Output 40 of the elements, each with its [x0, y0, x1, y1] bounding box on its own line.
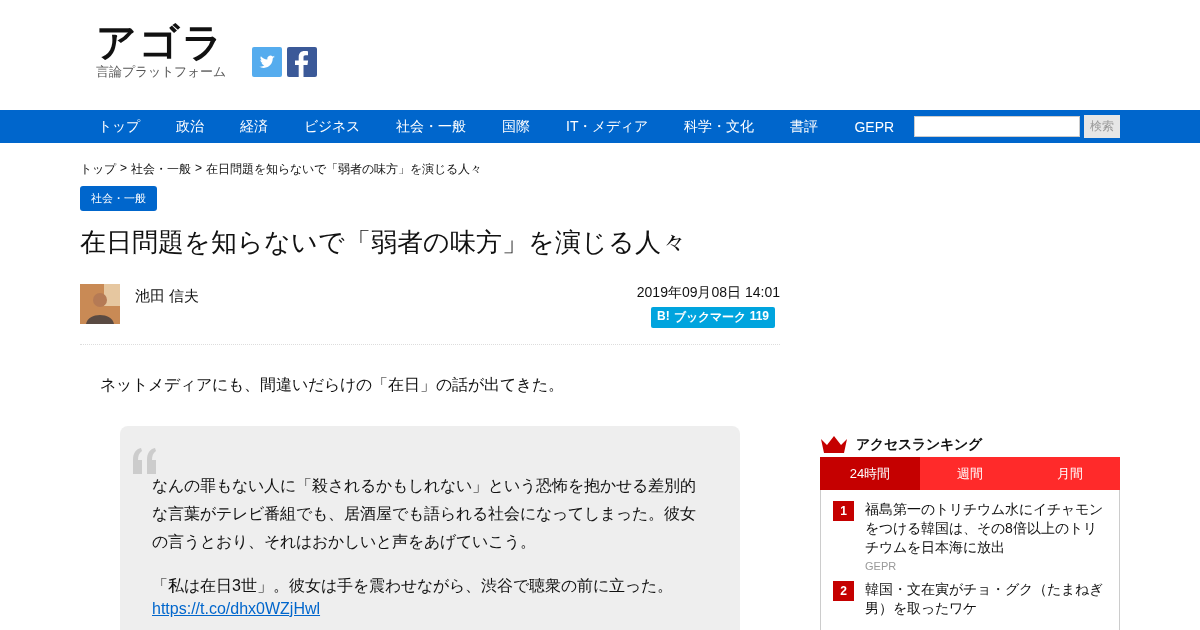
- author-name[interactable]: 池田 信夫: [135, 287, 200, 328]
- article-title: 在日問題を知らないで「弱者の味方」を演じる人々: [80, 226, 688, 259]
- bird-icon[interactable]: [252, 47, 282, 77]
- ranking-title: アクセスランキング: [856, 436, 982, 454]
- post-date: 2019年09月08日 14:01: [636, 284, 780, 302]
- nav-link[interactable]: トップ: [80, 117, 158, 136]
- ranking-tab[interactable]: 24時間: [820, 457, 920, 490]
- bookmark-button[interactable]: B! ブックマーク 119: [650, 307, 775, 328]
- quote-link[interactable]: https://t.co/dhx0WZjHwl: [152, 600, 321, 617]
- quote-paragraph: なんの罪もない人に「殺されるかもしれない」という恐怖を抱かせる差別的な言葉がテレビ番組でも、居酒屋でも語られる社会になってしまった。彼女の言うとおり、それはおかしいと声をあげていこう。: [152, 476, 696, 552]
- rank-number: 1: [833, 501, 854, 521]
- nav-link[interactable]: 社会・一般: [378, 117, 484, 136]
- site-logo[interactable]: アゴラ: [96, 20, 226, 64]
- category-tag[interactable]: 社会・一般: [80, 186, 157, 211]
- author-avatar: [80, 284, 120, 324]
- ranking-link[interactable]: 福島第一のトリチウム水にイチャモンをつける韓国は、その8倍以上のトリチウムを日本海に放出: [865, 500, 1107, 557]
- breadcrumb-link[interactable]: 社会・一般: [131, 161, 191, 178]
- breadcrumb-link[interactable]: トップ: [80, 161, 116, 178]
- nav-link[interactable]: 政治: [158, 117, 222, 136]
- breadcrumb-separator: >: [195, 161, 203, 177]
- nav-link[interactable]: 経済: [222, 117, 286, 136]
- lead-paragraph: ネットメディアにも、間違いだらけの「在日」の話が出てきた。: [100, 375, 565, 395]
- ranking-tab[interactable]: 週間: [920, 457, 1020, 490]
- ranking-source: GEPR: [865, 560, 898, 572]
- nav-link[interactable]: ビジネス: [286, 117, 378, 136]
- quote-paragraph: 「私は在日3世」。彼女は手を震わせながら、渋谷で聴衆の前に立った。: [152, 576, 674, 596]
- breadcrumb-link[interactable]: 在日問題を知らないで「弱者の味方」を演じる人々: [206, 161, 483, 178]
- crown-icon: [820, 435, 848, 455]
- nav-link[interactable]: 科学・文化: [666, 117, 773, 136]
- nav-link[interactable]: 書評: [772, 117, 837, 136]
- nav-link[interactable]: 国際: [484, 117, 548, 136]
- facebook-icon[interactable]: [287, 47, 317, 77]
- ranking-link[interactable]: 韓国・文在寅がチョ・グク（たまねぎ男）を取ったワケ: [865, 580, 1107, 618]
- site-tagline: 言論プラットフォーム: [96, 64, 226, 80]
- nav-link[interactable]: GEPR: [836, 118, 913, 135]
- rank-number: 2: [833, 581, 854, 601]
- search-field[interactable]: [914, 116, 1080, 137]
- nav-link[interactable]: IT・メディア: [548, 117, 667, 136]
- ranking-tab[interactable]: 月間: [1020, 457, 1120, 490]
- breadcrumb-separator: >: [120, 161, 127, 177]
